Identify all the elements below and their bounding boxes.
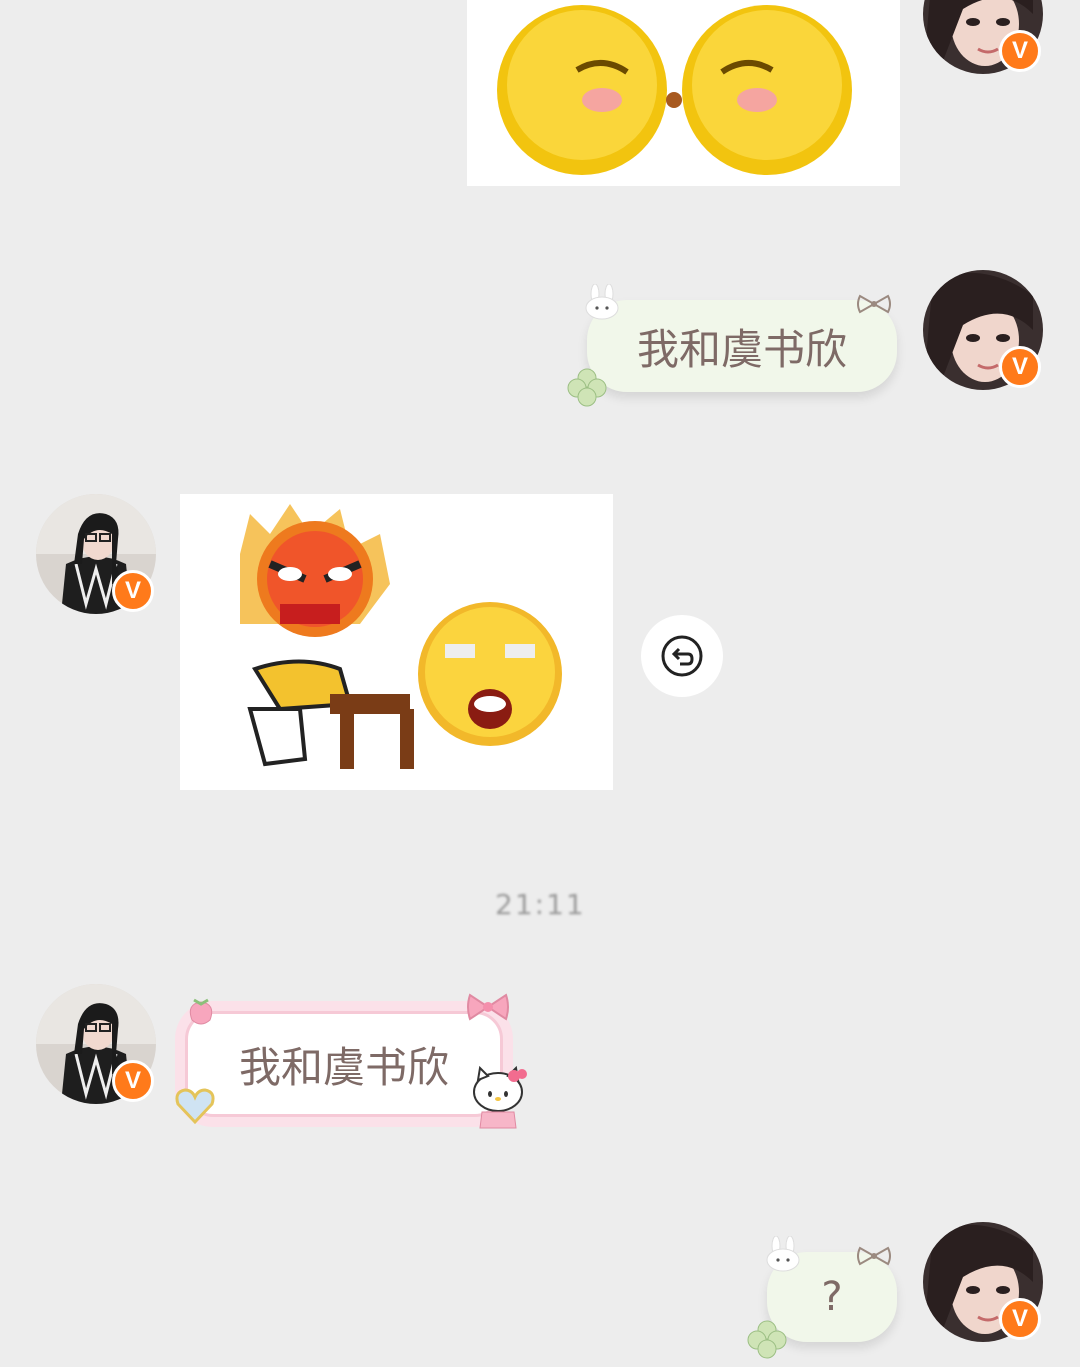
contact-avatar[interactable]: V bbox=[36, 494, 156, 614]
bunny-decoration-icon bbox=[766, 1236, 800, 1272]
message-text: 我和虞书欣 bbox=[238, 1042, 449, 1092]
verified-badge-icon: V bbox=[999, 346, 1041, 388]
my-avatar[interactable]: V bbox=[923, 1222, 1043, 1342]
heart-decoration-icon bbox=[175, 1088, 215, 1125]
timestamp: 21:11 bbox=[495, 888, 586, 921]
my-avatar[interactable]: V bbox=[923, 270, 1043, 390]
kiss-emoji-image[interactable] bbox=[467, 0, 900, 186]
contact-avatar[interactable]: V bbox=[36, 984, 156, 1104]
pink-bow-decoration-icon bbox=[467, 993, 509, 1021]
verified-badge-icon: V bbox=[112, 570, 154, 612]
message-text: ? bbox=[821, 1274, 843, 1320]
undo-icon bbox=[661, 635, 703, 677]
verified-badge-icon: V bbox=[999, 30, 1041, 72]
bow-decoration-icon bbox=[857, 1246, 891, 1266]
angry-kick-emoji-image[interactable] bbox=[180, 494, 613, 790]
hello-kitty-decoration-icon bbox=[473, 1065, 527, 1129]
bow-decoration-icon bbox=[857, 294, 891, 314]
text-bubble-sent[interactable]: 我和虞书欣 bbox=[587, 300, 897, 392]
text-bubble-received[interactable]: 我和虞书欣 bbox=[185, 1011, 503, 1117]
clover-decoration-icon bbox=[747, 1320, 787, 1359]
my-avatar[interactable]: V bbox=[923, 0, 1043, 74]
strawberry-decoration-icon bbox=[189, 998, 213, 1025]
bunny-decoration-icon bbox=[585, 284, 619, 320]
message-text: 我和虞书欣 bbox=[636, 324, 847, 374]
verified-badge-icon: V bbox=[112, 1060, 154, 1102]
verified-badge-icon: V bbox=[999, 1298, 1041, 1340]
revoke-button[interactable] bbox=[641, 615, 723, 697]
clover-decoration-icon bbox=[567, 368, 607, 407]
